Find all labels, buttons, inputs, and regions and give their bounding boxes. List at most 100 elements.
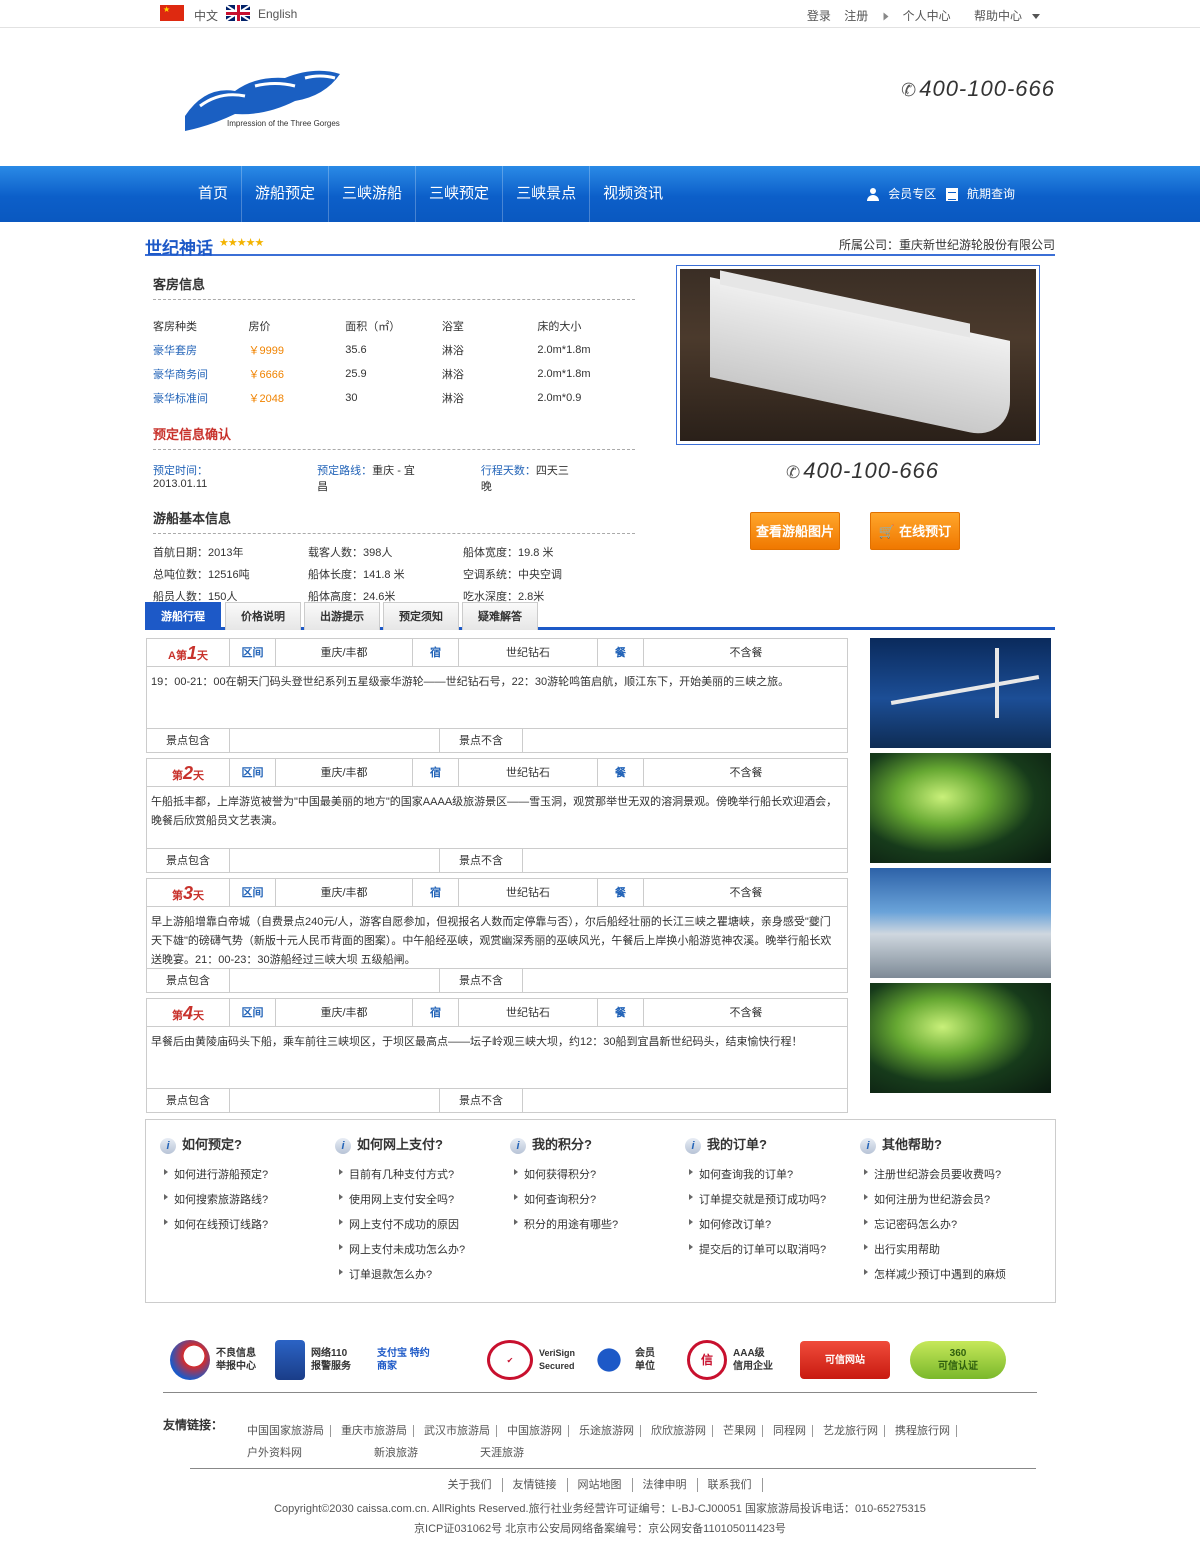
table-row: 豪华套房 ￥9999 35.6 淋浴 2.0m*1.8m: [153, 338, 635, 362]
nav-item-three-gorges-booking[interactable]: 三峡预定: [416, 166, 504, 222]
lang-english-link[interactable]: English: [258, 7, 297, 21]
room-type-link[interactable]: 豪华商务间: [153, 362, 249, 386]
badge-report-center[interactable]: 不良信息 举报中心: [170, 1336, 256, 1384]
friend-link[interactable]: 中国国家旅游局: [241, 1425, 331, 1437]
help-link[interactable]: 如何修改订单?: [685, 1216, 860, 1241]
friend-link[interactable]: 同程网: [767, 1425, 813, 1437]
room-type-link[interactable]: 豪华套房: [153, 338, 249, 362]
help-link[interactable]: 订单提交就是预订成功吗?: [685, 1191, 860, 1216]
help-link[interactable]: 使用网上支付安全吗?: [335, 1191, 510, 1216]
nav-item-videos[interactable]: 视频资讯: [590, 166, 676, 222]
trusted-site-icon: 可信网站: [800, 1341, 890, 1379]
divider: [163, 1392, 1037, 1393]
footer-link-legal[interactable]: 法律申明: [633, 1478, 698, 1492]
help-link[interactable]: 订单退款怎么办?: [335, 1266, 510, 1291]
help-link[interactable]: 目前有几种支付方式?: [335, 1166, 510, 1191]
site-logo[interactable]: Impression of the Three Gorges: [175, 56, 355, 136]
help-link[interactable]: 怎样减少预订中遇到的麻烦: [860, 1266, 1035, 1291]
friend-link[interactable]: 重庆市旅游局: [335, 1425, 414, 1437]
nav-item-attractions[interactable]: 三峡景点: [503, 166, 591, 222]
badge-360[interactable]: 360 可信认证: [910, 1336, 1012, 1384]
room-type-link[interactable]: 豪华标准间: [153, 386, 249, 410]
help-link[interactable]: 如何注册为世纪游会员?: [860, 1191, 1035, 1216]
help-title-text: 如何预定?: [182, 1137, 242, 1152]
help-link[interactable]: 如何在线预订线路?: [160, 1216, 335, 1241]
day-photo-dam[interactable]: [870, 868, 1051, 978]
badge-alipay[interactable]: 支付宝 特约 商家: [377, 1336, 430, 1384]
badge-aaa-credit[interactable]: 信 AAA级 信用企业: [687, 1336, 773, 1384]
help-list: 如何获得积分? 如何查询积分? 积分的用途有哪些?: [510, 1166, 685, 1241]
day-photo-cave[interactable]: [870, 753, 1051, 863]
day-label: 第3天: [147, 879, 230, 907]
friend-link[interactable]: 艺龙旅行网: [817, 1425, 885, 1437]
col-header: 客房种类: [153, 321, 197, 333]
itinerary-day: A第1天 区间 重庆/丰都 宿 世纪钻石 餐 不含餐 19：00-21：00在朝…: [146, 638, 848, 753]
help-link[interactable]: 出行实用帮助: [860, 1241, 1035, 1266]
tab-travel-tips[interactable]: 出游提示: [304, 602, 380, 630]
tab-faq[interactable]: 疑难解答: [462, 602, 538, 630]
schedule-link[interactable]: 航期查询: [967, 187, 1015, 201]
help-link[interactable]: 积分的用途有哪些?: [510, 1216, 685, 1241]
member-zone-link[interactable]: 会员专区: [888, 187, 936, 201]
friend-link[interactable]: 芒果网: [717, 1425, 763, 1437]
day-description: 19：00-21：00在朝天门码头登世纪系列五星级豪华游轮——世纪钻石号，22：…: [151, 676, 790, 688]
help-link[interactable]: 提交后的订单可以取消吗?: [685, 1241, 860, 1266]
tab-booking-notice[interactable]: 预定须知: [383, 602, 459, 630]
badge-verisign[interactable]: ✔ VeriSign Secured: [487, 1336, 575, 1384]
tab-price[interactable]: 价格说明: [225, 602, 301, 630]
label: 船体长度：: [308, 569, 363, 581]
help-link[interactable]: 如何获得积分?: [510, 1166, 685, 1191]
help-link[interactable]: 注册世纪游会员要收费吗?: [860, 1166, 1035, 1191]
user-icon: [866, 188, 879, 202]
friend-link[interactable]: 新浪旅游: [368, 1447, 424, 1459]
help-link[interactable]: 如何查询积分?: [510, 1191, 685, 1216]
day-suffix: 天: [193, 770, 204, 782]
personal-center-link[interactable]: 个人中心: [882, 9, 951, 23]
friend-link[interactable]: 欣欣旅游网: [645, 1425, 713, 1437]
lang-chinese-link[interactable]: 中文: [194, 7, 218, 24]
friend-link[interactable]: 天涯旅游: [474, 1447, 530, 1459]
help-center-link[interactable]: 帮助中心: [964, 9, 1040, 23]
day-photo-bridge[interactable]: [870, 638, 1051, 748]
footer-link-friends[interactable]: 友情链接: [503, 1478, 568, 1492]
footer-link-contact[interactable]: 联系我们: [698, 1478, 763, 1492]
friend-link[interactable]: 携程旅行网: [889, 1425, 957, 1437]
day-photo-cave-2[interactable]: [870, 983, 1051, 1093]
badge-internet-society[interactable]: 会员 单位: [589, 1336, 655, 1384]
badge-police-110[interactable]: 网络110 报警服务: [275, 1336, 351, 1384]
value: 19.8 米: [518, 547, 554, 559]
friend-link[interactable]: 乐途旅游网: [573, 1425, 641, 1437]
friend-link[interactable]: 中国旅游网: [501, 1425, 569, 1437]
friend-links-label: 友情链接：: [163, 1418, 224, 1432]
china-flag-icon[interactable]: [160, 5, 184, 21]
included-label: 景点包含: [147, 969, 230, 993]
help-link[interactable]: 网上支付未成功怎么办?: [335, 1241, 510, 1266]
help-link[interactable]: 网上支付不成功的原因: [335, 1216, 510, 1241]
help-link[interactable]: 忘记密码怎么办?: [860, 1216, 1035, 1241]
friend-link[interactable]: 武汉市旅游局: [418, 1425, 497, 1437]
badge-trusted-site[interactable]: 可信网站: [800, 1336, 896, 1384]
friend-link[interactable]: 户外资料网: [241, 1447, 308, 1459]
footer-link-about[interactable]: 关于我们: [438, 1478, 503, 1492]
view-ship-photos-button[interactable]: 查看游船图片: [750, 512, 840, 550]
nav-item-three-gorges-cruise[interactable]: 三峡游船: [329, 166, 417, 222]
help-list: 如何进行游船预定? 如何搜索旅游路线? 如何在线预订线路?: [160, 1166, 335, 1241]
footer-link-sitemap[interactable]: 网站地图: [568, 1478, 633, 1492]
tab-itinerary[interactable]: 游船行程: [145, 602, 221, 630]
nav-item-home[interactable]: 首页: [185, 166, 243, 222]
divider: [190, 1468, 1036, 1469]
ship-photo[interactable]: [676, 265, 1040, 445]
help-link[interactable]: 如何进行游船预定?: [160, 1166, 335, 1191]
uk-flag-icon[interactable]: [226, 5, 250, 21]
help-link[interactable]: 如何搜索旅游路线?: [160, 1191, 335, 1216]
ship-photo-image: [680, 269, 1036, 441]
zone-value: 重庆/丰都: [276, 999, 413, 1027]
help-link[interactable]: 如何查询我的订单?: [685, 1166, 860, 1191]
nav-item-cruise-booking[interactable]: 游船预定: [242, 166, 330, 222]
hotline-number: 400-100-666: [919, 76, 1055, 101]
help-column: i 如何预定? 如何进行游船预定? 如何搜索旅游路线? 如何在线预订线路?: [160, 1134, 335, 1241]
login-link[interactable]: 登录: [807, 9, 831, 23]
register-link[interactable]: 注册: [844, 9, 868, 23]
header: Impression of the Three Gorges ✆400-100-…: [0, 28, 1200, 166]
book-online-button[interactable]: 🛒 在线预订: [870, 512, 960, 550]
